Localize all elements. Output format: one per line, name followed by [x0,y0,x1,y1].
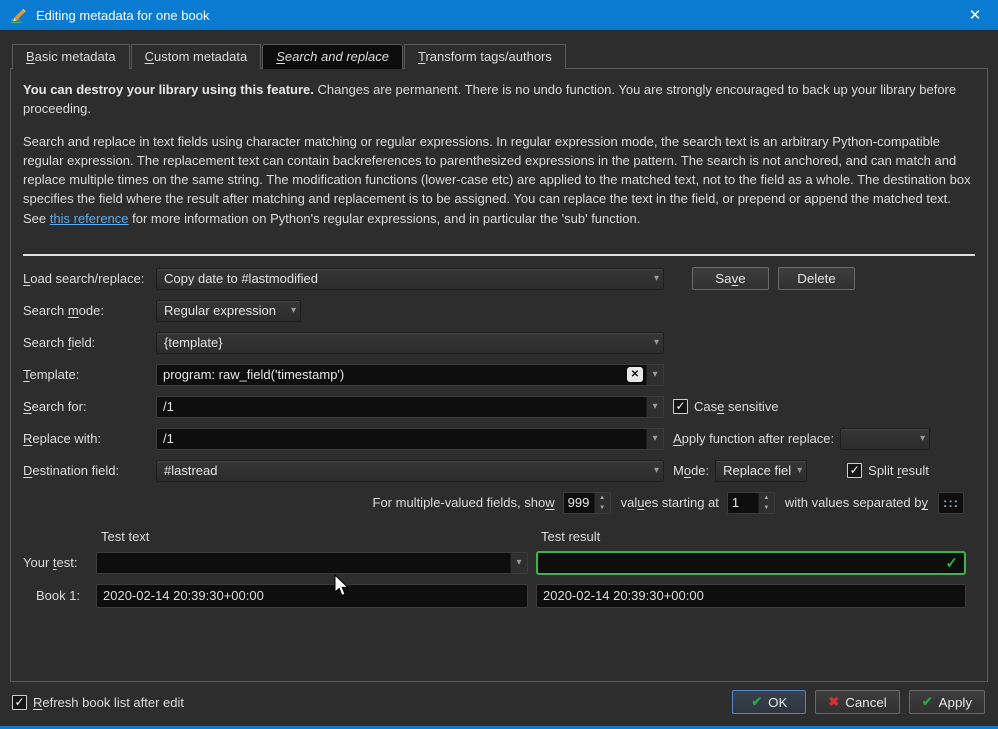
close-icon[interactable]: ✕ [952,0,998,30]
search-for-combo[interactable]: /1 ▾ [156,396,664,418]
dialog-footer: ✓ Refresh book list after edit ✔ OK ✖ Ca… [0,682,998,726]
book1-label: Book 1: [23,588,96,603]
dropdown-arrow-icon: ▾ [654,273,659,284]
show-count-spinner[interactable]: 999 ▲▼ [563,492,611,514]
dropdown-arrow-icon[interactable]: ▾ [646,397,663,417]
dialog-body: Basic metadata Custom metadata Search an… [0,30,998,682]
reference-link[interactable]: this reference [50,211,129,226]
dropdown-arrow-icon[interactable]: ▾ [646,365,663,385]
spin-up-icon[interactable]: ▲ [595,493,610,503]
destination-field-row: Destination field: #lastread ▾ Mode: Rep… [23,460,975,482]
spin-up-icon[interactable]: ▲ [759,493,774,503]
multiple-values-row: For multiple-valued fields, show 999 ▲▼ … [23,492,975,514]
refresh-book-list-label: Refresh book list after edit [33,695,184,710]
your-test-result-field[interactable]: ✓ [536,551,966,575]
template-input[interactable]: program: raw_field('timestamp') [157,367,627,382]
search-mode-row: Search mode: Regular expression ▾ [23,300,975,322]
multi-start-label: values starting at [621,495,719,510]
book1-row: Book 1: 2020-02-14 20:39:30+00:00 2020-0… [23,584,975,608]
test-result-header: Test result [541,529,600,544]
split-result-checkbox[interactable]: ✓ Split result [847,463,929,478]
replace-with-combo[interactable]: /1 ▾ [156,428,664,450]
load-search-replace-combo[interactable]: Copy date to #lastmodified ▾ [156,268,664,290]
book1-test-result-field[interactable]: 2020-02-14 20:39:30+00:00 [536,584,966,608]
dropdown-arrow-icon: ▾ [797,465,802,476]
search-for-row: Search for: /1 ▾ ✓ Case sensitive [23,396,975,418]
cancel-x-icon: ✖ [828,694,839,710]
template-label: Template: [23,367,156,382]
destination-field-label: Destination field: [23,463,156,478]
dropdown-arrow-icon: ▾ [920,433,925,444]
description-after: for more information on Python's regular… [129,211,641,226]
titlebar: Editing metadata for one book ✕ [0,0,998,30]
load-search-replace-label: Load search/replace: [23,271,156,286]
checkmark-icon: ✓ [847,463,862,478]
split-result-label: Split result [868,463,929,478]
replace-with-label: Replace with: [23,431,156,446]
replace-with-row: Replace with: /1 ▾ Apply function after … [23,428,975,450]
clear-icon[interactable]: ✕ [627,367,643,382]
ok-button[interactable]: ✔ OK [732,690,806,714]
tab-transform-tags-authors[interactable]: Transform tags/authors [404,44,566,69]
multi-show-label: For multiple-valued fields, show [373,495,555,510]
your-test-label: Your test: [23,555,96,570]
template-row: Template: program: raw_field('timestamp'… [23,364,975,386]
test-header-row: Test text Test result [23,529,975,544]
case-sensitive-label: Case sensitive [694,399,779,414]
tab-bar: Basic metadata Custom metadata Search an… [12,44,988,68]
spin-down-icon[interactable]: ▼ [759,503,774,513]
load-search-replace-row: Load search/replace: Copy date to #lastm… [23,268,975,290]
your-test-row: Your test: ▾ ✓ [23,551,975,575]
ok-check-icon: ✔ [751,694,762,710]
dropdown-arrow-icon: ▾ [291,305,296,316]
delete-button[interactable]: Delete [778,267,855,290]
tab-basic-metadata[interactable]: Basic metadata [12,44,130,69]
refresh-book-list-checkbox[interactable]: ✓ Refresh book list after edit [12,695,184,710]
search-field-label: Search field: [23,335,156,350]
checkmark-icon: ✓ [12,695,27,710]
destination-field-combo[interactable]: #lastread ▾ [156,460,664,482]
dropdown-arrow-icon[interactable]: ▾ [510,553,527,573]
search-field-combo[interactable]: {template} ▾ [156,332,664,354]
window-title: Editing metadata for one book [36,8,209,23]
checkmark-icon: ✓ [673,399,688,414]
warning-bold: You can destroy your library using this … [23,82,314,97]
tab-search-and-replace[interactable]: Search and replace [262,44,403,69]
search-mode-combo[interactable]: Regular expression ▾ [156,300,301,322]
search-for-input[interactable]: /1 [157,399,646,414]
apply-function-label: Apply function after replace: [673,431,834,446]
multi-separator-label: with values separated by [785,495,928,510]
save-button[interactable]: Save [692,267,769,290]
your-test-combo[interactable]: ▾ [96,552,528,574]
replace-with-input[interactable]: /1 [157,431,646,446]
search-replace-panel: You can destroy your library using this … [10,68,988,682]
footer-buttons: ✔ OK ✖ Cancel ✔ Apply [732,690,985,714]
apply-function-combo[interactable]: ▾ [840,428,930,450]
start-at-spinner[interactable]: 1 ▲▼ [727,492,775,514]
result-ok-check-icon: ✓ [945,554,958,572]
edit-metadata-dialog: { "window": { "title": "Editing metadata… [0,0,998,729]
template-combo[interactable]: program: raw_field('timestamp') ✕ ▾ [156,364,664,386]
search-mode-label: Search mode: [23,303,156,318]
description-text: Search and replace in text fields using … [23,132,975,228]
separator-line [23,254,975,256]
dropdown-arrow-icon: ▾ [654,465,659,476]
mode-combo[interactable]: Replace field ▾ [715,460,807,482]
dropdown-arrow-icon: ▾ [654,337,659,348]
warning-text: You can destroy your library using this … [23,81,975,119]
apply-button[interactable]: ✔ Apply [909,690,985,714]
edit-metadata-icon [10,7,27,24]
search-for-label: Search for: [23,399,156,414]
tab-custom-metadata[interactable]: Custom metadata [131,44,262,69]
values-separator-field[interactable]: ::: [938,492,964,514]
book1-test-text-field[interactable]: 2020-02-14 20:39:30+00:00 [96,584,528,608]
apply-check-icon: ✔ [922,694,933,710]
test-text-header: Test text [101,529,541,544]
dropdown-arrow-icon[interactable]: ▾ [646,429,663,449]
mode-label: Mode: [673,463,709,478]
case-sensitive-checkbox[interactable]: ✓ Case sensitive [673,399,779,414]
spin-down-icon[interactable]: ▼ [595,503,610,513]
search-field-row: Search field: {template} ▾ [23,332,975,354]
cancel-button[interactable]: ✖ Cancel [815,690,899,714]
